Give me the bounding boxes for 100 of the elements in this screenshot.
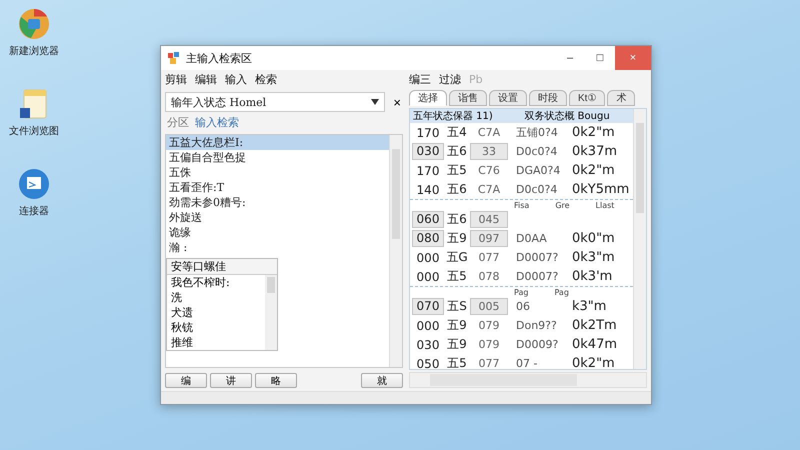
table-cell-text: 07 -: [515, 357, 538, 370]
table-cell-text: 五G: [445, 249, 469, 266]
menu-item[interactable]: 编三: [409, 72, 431, 86]
dropdown-caret-icon[interactable]: [371, 99, 380, 105]
dropdown-item[interactable]: 秋铳: [167, 320, 265, 335]
table-cell-text: 五S: [446, 298, 468, 315]
list-item[interactable]: 诡缘: [166, 225, 389, 240]
table-cell-text: D0c0?4: [515, 183, 558, 196]
table-cell-text: D0c0?4: [515, 145, 558, 158]
list-item[interactable]: 劲需未参0糟号:: [166, 195, 389, 210]
hint-label: 分区: [167, 115, 189, 130]
table-cell-text: D0007?: [515, 251, 560, 264]
table-cell-text: 0k0"m: [572, 231, 616, 246]
table-cell: 33: [470, 143, 508, 160]
list-item[interactable]: 五看歪作:T: [166, 180, 389, 195]
table-cell: 097: [470, 230, 508, 247]
table-cell-text: C76: [477, 164, 501, 177]
table-cell-text: D0009?: [515, 338, 560, 351]
table-cell-text: DGA0?4: [515, 164, 562, 177]
table-cell-text: 五5: [446, 162, 468, 179]
app-icon[interactable]: [18, 168, 50, 200]
action-button[interactable]: 略: [255, 373, 297, 388]
desktop-icon-label[interactable]: 新建浏览器: [9, 44, 59, 58]
table-cell-text: 079: [478, 319, 500, 332]
table-cell-text: 140: [416, 182, 440, 196]
window-control-button[interactable]: □: [585, 46, 615, 70]
dropdown-item[interactable]: 我色不榨时:: [167, 275, 265, 290]
group-label: Fisa: [514, 200, 530, 210]
dropdown-item[interactable]: 犬遗: [167, 305, 265, 320]
action-button[interactable]: 就: [361, 373, 403, 388]
group-label: Pag: [554, 288, 569, 296]
table-cell-text: 0k3"m: [572, 250, 616, 265]
action-button[interactable]: 讲: [210, 373, 252, 388]
table-cell-text: 五9: [446, 230, 468, 247]
table-cell-text: 0kY5mm: [572, 182, 630, 197]
tab[interactable]: 术: [607, 90, 636, 106]
table-cell-text: 0k2"m: [572, 163, 616, 178]
table-cell-text: 0k37m: [572, 144, 618, 159]
action-button[interactable]: 编: [165, 373, 207, 388]
tab[interactable]: 诣售: [449, 90, 487, 106]
search-link[interactable]: 输入检索: [195, 115, 239, 130]
search-field[interactable]: 输年入状态 Homel: [171, 96, 372, 108]
table-cell-text: Don9??: [515, 319, 558, 332]
dropdown-item[interactable]: 推维: [167, 335, 265, 350]
combo-box[interactable]: 输年入状态 Homel: [165, 92, 386, 112]
table-cell-text: 079: [478, 338, 500, 351]
table-cell-text: 000: [416, 318, 440, 332]
table-cell-text: 0k2Tm: [572, 318, 618, 333]
window-control-button[interactable]: ×: [615, 46, 651, 70]
table-cell: 045: [470, 211, 508, 228]
clear-button[interactable]: ×: [391, 94, 403, 110]
table-cell-text: 06: [515, 300, 531, 313]
tab[interactable]: 时段: [529, 90, 567, 106]
table-cell-text: 170: [416, 126, 440, 140]
tab[interactable]: 设置: [489, 90, 527, 106]
table-cell-text: 五9: [446, 317, 468, 334]
vertical-scrollbar[interactable]: [389, 135, 402, 367]
window-control-button[interactable]: –: [555, 46, 585, 70]
table-cell-text: 0k2"m: [572, 356, 616, 371]
table-cell: 070: [412, 298, 444, 315]
vertical-scrollbar[interactable]: [633, 109, 646, 369]
table-cell-text: 0k47m: [572, 337, 618, 352]
table-cell-text: 000: [416, 270, 440, 284]
dropdown-header[interactable]: 安等口螺佳: [167, 259, 277, 275]
column-header[interactable]: 五年状态保器 11): [410, 109, 522, 123]
table-cell-text: 五铺0?4: [515, 125, 559, 140]
browser-icon[interactable]: [18, 8, 50, 40]
table-cell: 005: [470, 298, 508, 315]
menu-item[interactable]: 剪辑: [165, 72, 187, 86]
desktop-icon-label[interactable]: 文件浏览图: [9, 124, 59, 138]
list-item[interactable]: 五偏自合型色捉: [166, 150, 389, 165]
scrollbar[interactable]: [265, 275, 277, 350]
tab[interactable]: 选择: [409, 90, 447, 106]
tab[interactable]: Kt①: [569, 90, 606, 106]
list-item[interactable]: 五侏: [166, 165, 389, 180]
table-cell: 060: [412, 211, 444, 228]
table-cell-text: D0007?: [515, 270, 560, 283]
list-item[interactable]: 瀚 :: [166, 240, 389, 255]
table-cell-text: 078: [478, 270, 500, 283]
group-label: Pag: [514, 288, 528, 296]
group-label: Llast: [596, 200, 614, 210]
group-label: Gre: [555, 200, 570, 210]
list-item[interactable]: 五益大佐息栏I:: [166, 135, 389, 150]
table-cell-text: k3"m: [572, 299, 608, 314]
table-cell: 080: [412, 230, 444, 247]
list-item[interactable]: 外旋送: [166, 210, 389, 225]
table-cell-text: 077: [478, 251, 500, 264]
table-cell-text: C7A: [476, 183, 502, 196]
table-cell-text: 五6: [446, 181, 468, 198]
table-cell-text: D0AA: [515, 232, 548, 245]
menu-item[interactable]: 编辑: [195, 72, 217, 86]
table-cell-text: 五5: [446, 355, 468, 372]
table-cell-text: 五9: [446, 336, 468, 353]
table-cell: 030: [412, 143, 444, 160]
menu-item[interactable]: 检索: [255, 72, 277, 86]
menu-item[interactable]: 过滤: [439, 72, 461, 86]
menu-item[interactable]: 输入: [225, 72, 247, 86]
column-header[interactable]: 双务状态概 Bougu: [522, 109, 633, 123]
desktop-icon-label[interactable]: 连接器: [19, 204, 49, 218]
dropdown-item[interactable]: 洗: [167, 290, 265, 305]
